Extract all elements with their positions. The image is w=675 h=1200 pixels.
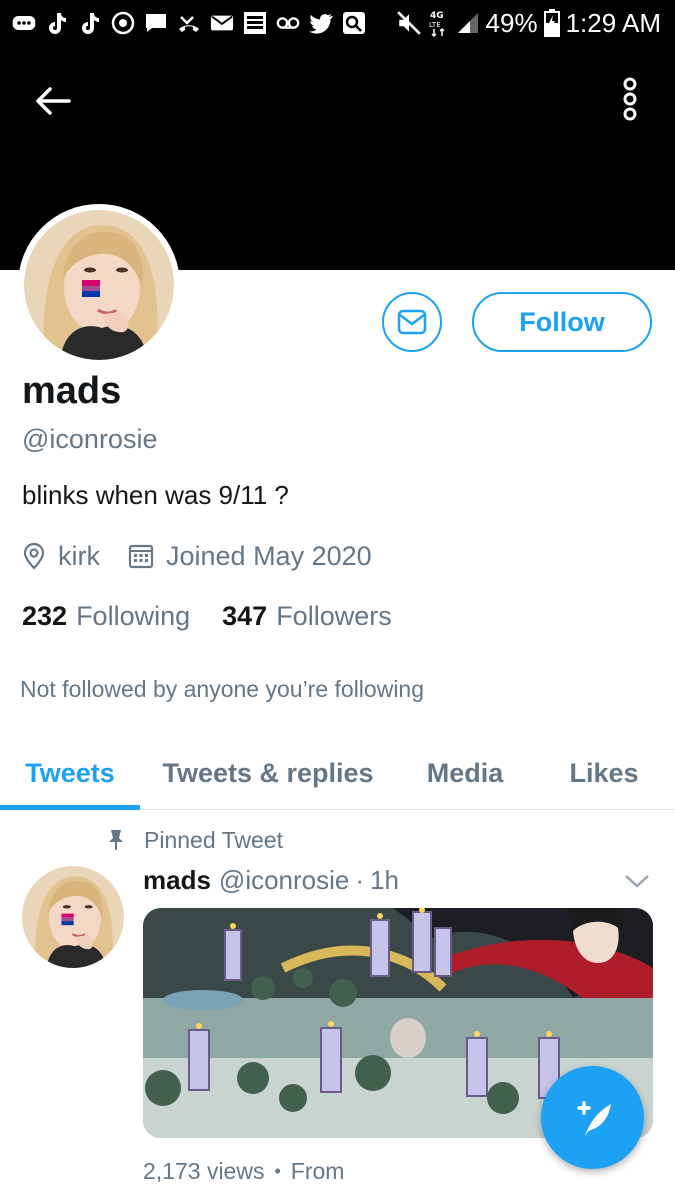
tweet-header: mads @iconrosie · 1h [143, 862, 399, 898]
profile-avatar[interactable] [18, 204, 180, 366]
calendar-icon [128, 544, 154, 569]
app-badge-icon [243, 11, 267, 35]
mutual-followers-note: Not followed by anyone you’re following [20, 676, 425, 702]
follow-stats: 232 Following 347 Followers [22, 598, 424, 634]
svg-text:4G: 4G [430, 11, 444, 21]
tiktok-icon [45, 11, 69, 35]
notification-icons [12, 6, 366, 40]
tab-media[interactable]: Media [400, 736, 530, 810]
clock: 1:29 AM [565, 7, 661, 38]
following-link[interactable]: 232 Following [22, 601, 190, 632]
avatar [24, 210, 174, 360]
signal-icon [456, 10, 480, 36]
more-vertical-icon [623, 77, 637, 121]
profile-meta: kirk Joined May 2020 [22, 538, 400, 574]
more-options-button[interactable] [615, 74, 645, 124]
compose-tweet-button[interactable] [541, 1066, 644, 1169]
tab-tweets-and-replies[interactable]: Tweets & replies [150, 736, 386, 810]
message-icon [144, 11, 168, 35]
profile-handle: @iconrosie [22, 424, 158, 454]
system-status: 4G LTE 49% 1:29 AM [396, 0, 661, 46]
battery-icon [543, 9, 560, 37]
missed-call-icon [177, 11, 201, 35]
profile-name: mads [22, 370, 122, 412]
mail-icon [210, 11, 234, 35]
clock-badge-icon [111, 11, 135, 35]
location: kirk [22, 541, 100, 572]
following-count: 232 [22, 600, 68, 631]
tweet-menu-button[interactable] [622, 868, 652, 894]
tiktok-icon [78, 11, 102, 35]
active-tab-indicator [0, 805, 140, 810]
mute-icon [396, 10, 422, 36]
profile-tabs: Tweets Tweets & replies Media Likes [0, 736, 675, 810]
battery-percent: 49% [485, 7, 538, 38]
profile-bio: blinks when was 9/11 ? [22, 480, 289, 510]
chevron-down-icon [625, 875, 649, 888]
tab-likes[interactable]: Likes [540, 736, 668, 810]
back-button[interactable] [28, 76, 78, 126]
followers-label: Followers [276, 600, 392, 631]
footer-separator: • [274, 1160, 281, 1181]
envelope-icon [397, 309, 427, 335]
tweet-separator: · [355, 864, 365, 895]
chat-bubbles-icon [12, 11, 36, 35]
location-pin-icon [23, 542, 45, 570]
following-label: Following [76, 600, 191, 631]
pinned-label: Pinned Tweet [144, 826, 283, 853]
network-4g-lte-icon: 4G LTE [428, 8, 450, 38]
tab-tweets[interactable]: Tweets [0, 736, 140, 810]
tweet-views: 2,173 views [143, 1157, 265, 1184]
tweet-time[interactable]: 1h [370, 865, 399, 896]
svg-text:LTE: LTE [429, 21, 441, 29]
join-date: Joined May 2020 [128, 541, 372, 572]
tweet-avatar[interactable] [22, 866, 124, 968]
tweet-footer: 2,173 views • From [143, 1155, 344, 1187]
follow-button[interactable]: Follow [472, 292, 652, 352]
followers-link[interactable]: 347 Followers [222, 601, 392, 632]
tweet-author-handle[interactable]: @iconrosie [219, 865, 349, 896]
twitter-icon [309, 11, 333, 35]
tweet-author-name[interactable]: mads [143, 865, 211, 896]
voicemail-icon [276, 11, 300, 35]
photo-app-icon [342, 11, 366, 35]
arrow-left-icon [36, 87, 71, 115]
location-text: kirk [58, 540, 100, 571]
pin-icon [104, 828, 128, 852]
status-bar: 4G LTE 49% 1:29 AM [0, 0, 675, 46]
compose-feather-icon [576, 1100, 611, 1136]
tweet-source: From [290, 1157, 345, 1184]
pinned-indicator: Pinned Tweet [104, 824, 283, 856]
join-date-text: Joined May 2020 [166, 540, 372, 571]
message-button[interactable] [382, 292, 442, 352]
followers-count: 347 [222, 600, 268, 631]
